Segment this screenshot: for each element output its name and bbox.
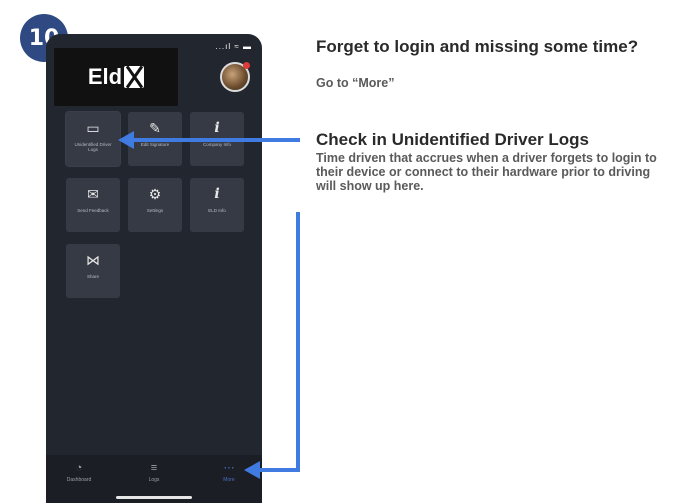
annotation-subtitle-go-to-more: Go to “More” [316,76,395,90]
calendar-icon: ▭ [86,120,100,136]
nav-more[interactable]: ⋯ More [204,461,254,483]
tile-edit-signature[interactable]: ✎ Edit Signature [128,112,182,166]
info-icon: i [214,120,220,136]
phone-screen: ...ıl ≈ ▬ Eld ▭ Unidentified Driver Logs… [46,34,262,503]
logo-x-icon [124,66,145,88]
dashboard-icon: ◔ [75,462,83,474]
share-icon: ⋈ [86,252,100,268]
tile-eld-info[interactable]: i ELD Info [190,178,244,232]
nav-label: Dashboard [66,477,92,483]
settings-icon: ⚙ [148,186,162,202]
nav-logs[interactable]: ≡ Logs [129,461,179,483]
arrow-line-to-more [258,212,300,472]
app-logo: Eld [54,48,178,106]
tile-label: Company Info [202,142,231,147]
tile-label: ELD Info [208,208,226,213]
feedback-icon: ✉ [87,186,99,202]
nav-label: Logs [148,477,160,483]
tile-label: Unidentified Driver Logs [74,142,112,152]
annotation-body-explanation: Time driven that accrues when a driver f… [316,151,657,193]
signature-icon: ✎ [149,120,161,136]
tile-label: Send Feedback [77,208,109,213]
tile-unidentified-driver-logs[interactable]: ▭ Unidentified Driver Logs [65,111,121,167]
annotation-title-missing-time: Forget to login and missing some time? [316,37,639,56]
home-indicator [116,496,192,499]
tile-send-feedback[interactable]: ✉ Send Feedback [66,178,120,232]
tile-share[interactable]: ⋈ Share [66,244,120,298]
avatar[interactable] [220,62,250,92]
nav-label: More [223,477,235,483]
logo-text: Eld [87,64,123,89]
tile-label: Settings [146,208,164,213]
bottom-nav-bar: ◔ Dashboard ≡ Logs ⋯ More [46,455,262,503]
logs-icon: ≡ [150,462,158,474]
tile-label: Share [86,274,99,279]
info-icon: i [214,186,220,202]
status-bar: ...ıl ≈ ▬ [215,42,252,51]
nav-dashboard[interactable]: ◔ Dashboard [54,461,104,483]
tile-settings[interactable]: ⚙ Settings [128,178,182,232]
tile-company-info[interactable]: i Company Info [190,112,244,166]
more-icon: ⋯ [223,462,235,474]
tile-label: Edit Signature [140,142,170,147]
annotation-title-unidentified-logs: Check in Unidentified Driver Logs [316,130,589,149]
